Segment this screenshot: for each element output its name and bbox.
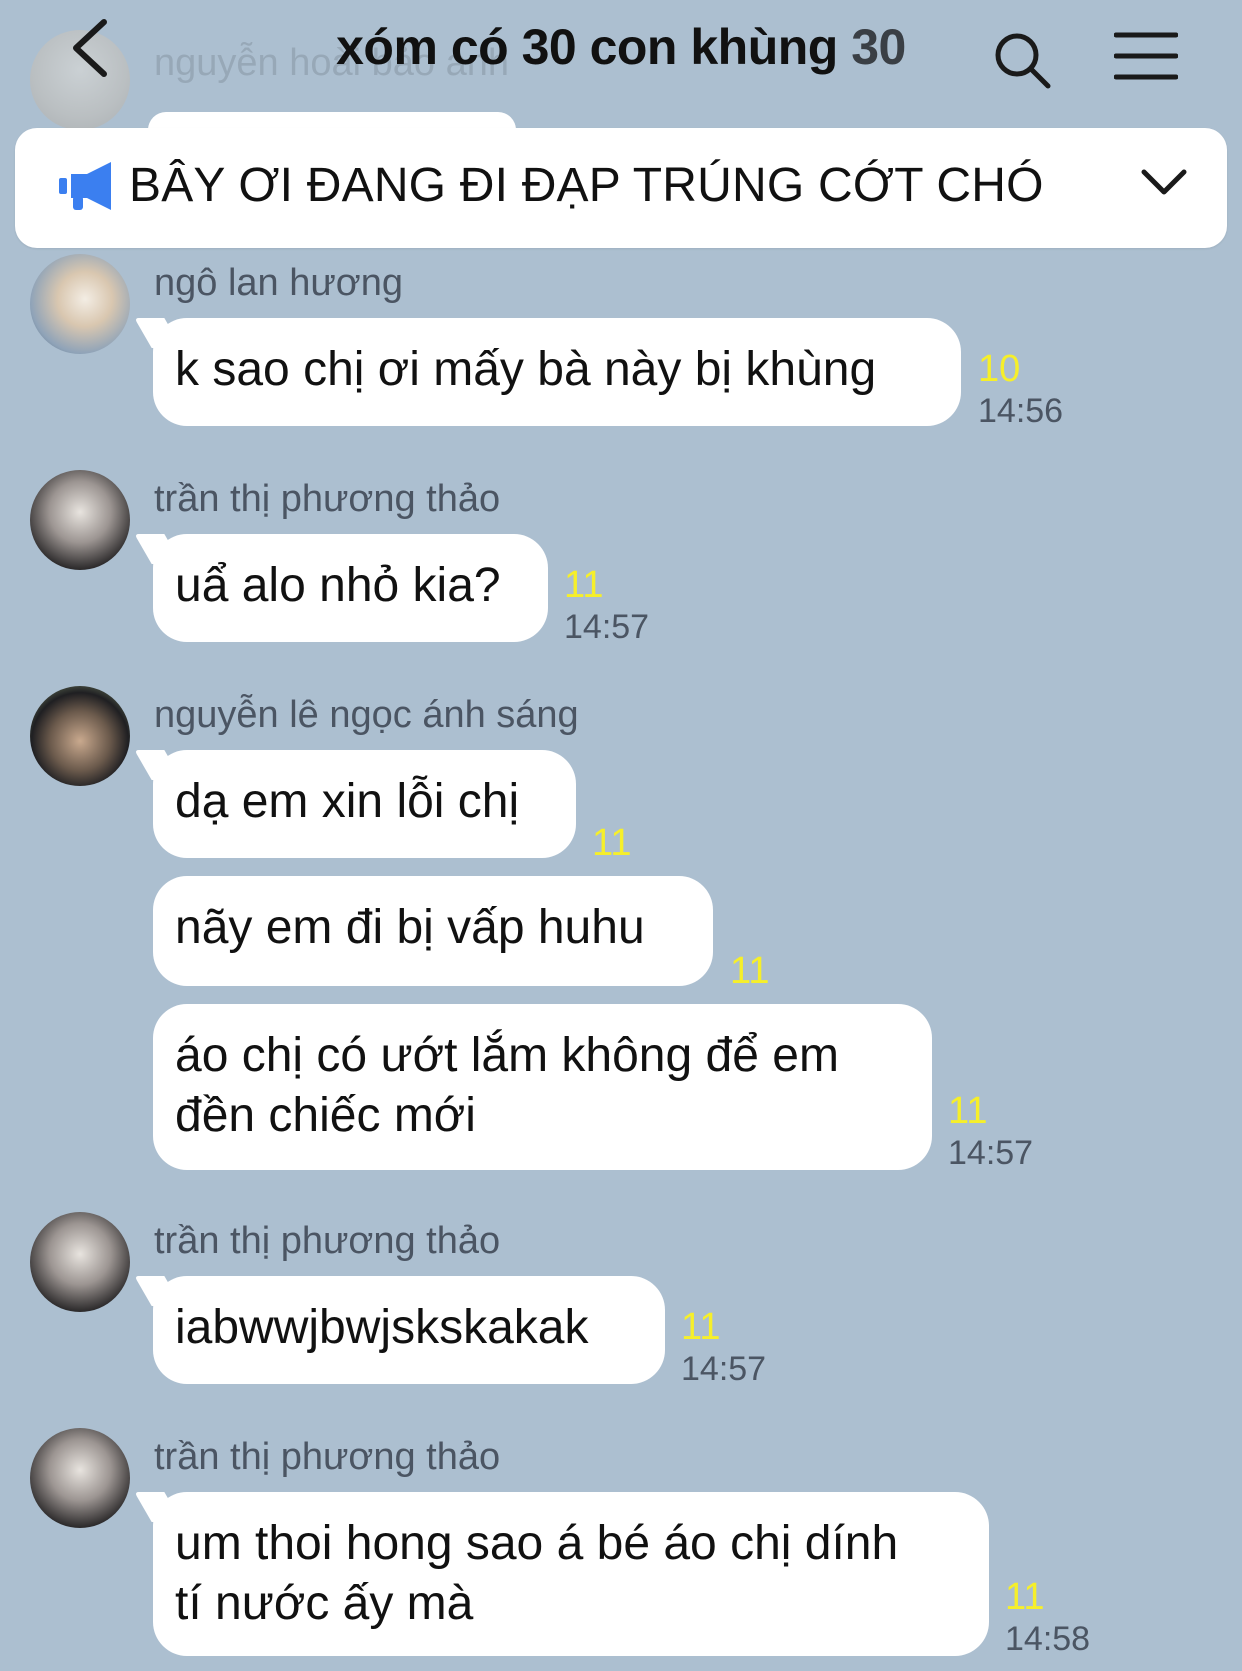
avatar[interactable] <box>30 1212 130 1312</box>
message-text: uẩ alo nhỏ kia? <box>175 559 501 612</box>
message-bubble[interactable]: nãy em đi bị vấp huhu <box>153 876 713 986</box>
message-text-line: áo chị có ướt lắm không để em <box>175 1029 839 1082</box>
avatar[interactable] <box>30 1428 130 1528</box>
read-count: 11 <box>681 1306 721 1348</box>
sender-name: trần thị phương thảo <box>154 1436 501 1478</box>
sender-name: trần thị phương thảo <box>154 1220 501 1262</box>
chevron-down-icon[interactable] <box>1140 168 1188 198</box>
avatar[interactable] <box>30 686 130 786</box>
avatar[interactable] <box>30 470 130 570</box>
read-count: 11 <box>1005 1576 1045 1618</box>
message-text: k sao chị ơi mấy bà này bị khùng <box>175 343 877 396</box>
message-text: nãy em đi bị vấp huhu <box>175 901 645 954</box>
message-time: 14:57 <box>948 1134 1034 1172</box>
message-bubble[interactable]: um thoi hong sao á bé áo chị dính tí nướ… <box>153 1492 989 1656</box>
message-time: 14:56 <box>978 392 1064 430</box>
group-name: xóm có 30 con khùng <box>336 19 838 75</box>
message-text: dạ em xin lỗi chị <box>175 775 520 828</box>
read-count: 11 <box>948 1090 988 1132</box>
pinned-message-banner[interactable]: BÂY ƠI ĐANG ĐI ĐẠP TRÚNG CỚT CHÓ <box>15 128 1227 248</box>
message-text-line: tí nước ấy mà <box>175 1577 474 1630</box>
read-count: 11 <box>592 822 632 864</box>
message-bubble[interactable]: dạ em xin lỗi chị <box>153 750 576 858</box>
message-bubble[interactable]: uẩ alo nhỏ kia? <box>153 534 548 642</box>
read-count: 11 <box>564 564 604 606</box>
megaphone-icon <box>59 162 111 210</box>
chat-header: xóm có 30 con khùng 30 <box>0 0 1242 110</box>
search-icon[interactable] <box>992 30 1054 92</box>
message-time: 14:57 <box>681 1350 767 1388</box>
message-text: iabwwjbwjskskakak <box>175 1301 589 1354</box>
sender-name: ngô lan hương <box>154 262 403 304</box>
message-text-line: đền chiếc mới <box>175 1089 476 1142</box>
message-text-line: um thoi hong sao á bé áo chị dính <box>175 1517 899 1570</box>
avatar[interactable] <box>30 254 130 354</box>
read-count: 10 <box>978 348 1021 390</box>
message-time: 14:57 <box>564 608 650 646</box>
message-bubble[interactable]: k sao chị ơi mấy bà này bị khùng <box>153 318 961 426</box>
sender-name: nguyễn lê ngọc ánh sáng <box>154 694 579 736</box>
hamburger-menu-icon[interactable] <box>1114 30 1178 82</box>
message-bubble[interactable]: áo chị có ướt lắm không để em đền chiếc … <box>153 1004 932 1170</box>
chat-title[interactable]: xóm có 30 con khùng 30 <box>0 18 1242 76</box>
message-time: 14:58 <box>1005 1620 1091 1658</box>
read-count: 11 <box>730 950 770 992</box>
message-bubble[interactable]: iabwwjbwjskskakak <box>153 1276 665 1384</box>
pinned-message-text: BÂY ƠI ĐANG ĐI ĐẠP TRÚNG CỚT CHÓ <box>129 159 1044 212</box>
sender-name: trần thị phương thảo <box>154 478 501 520</box>
member-count: 30 <box>851 19 906 75</box>
